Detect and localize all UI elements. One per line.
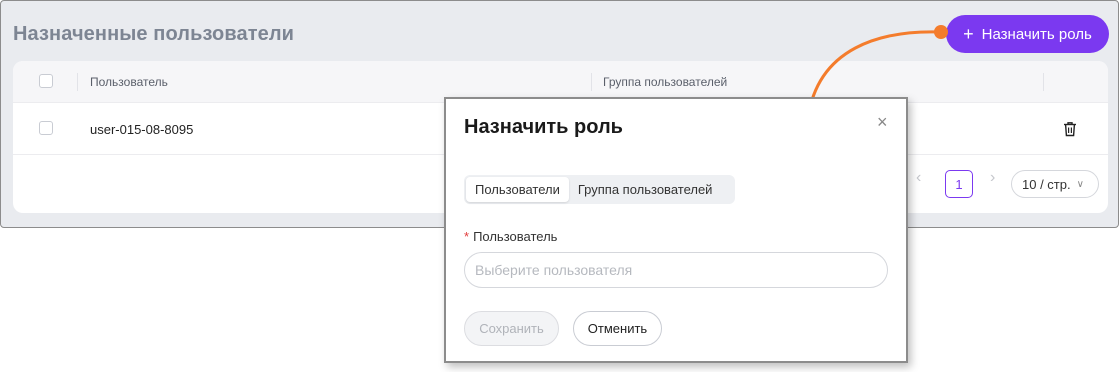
page-size-value: 10 / стр. bbox=[1022, 176, 1071, 192]
assign-role-modal: Назначить роль × Пользователи Группа пол… bbox=[444, 97, 908, 363]
assign-role-button-label: Назначить роль bbox=[981, 25, 1092, 43]
save-button[interactable]: Сохранить bbox=[464, 311, 559, 346]
pagination-prev-button[interactable]: ‹ bbox=[916, 169, 921, 187]
tab-user-groups[interactable]: Группа пользователей bbox=[569, 177, 722, 202]
modal-title: Назначить роль bbox=[464, 116, 623, 138]
pagination-next-button[interactable]: › bbox=[990, 169, 995, 187]
assign-role-button[interactable]: + Назначить роль bbox=[946, 15, 1109, 53]
user-select[interactable]: Выберите пользователя bbox=[464, 252, 888, 288]
trash-icon[interactable] bbox=[1063, 121, 1077, 137]
column-divider bbox=[1043, 73, 1044, 91]
cell-user: user-015-08-8095 bbox=[90, 122, 194, 137]
user-select-placeholder: Выберите пользователя bbox=[475, 262, 633, 278]
user-field-label: * Пользователь bbox=[464, 229, 557, 244]
close-icon[interactable]: × bbox=[877, 112, 888, 133]
page-size-select[interactable]: 10 / стр. ∨ bbox=[1011, 170, 1099, 198]
column-divider bbox=[77, 73, 78, 91]
assign-target-segmented-control: Пользователи Группа пользователей bbox=[464, 175, 735, 204]
column-divider bbox=[591, 73, 592, 91]
row-checkbox[interactable] bbox=[39, 121, 53, 135]
plus-icon: + bbox=[963, 24, 974, 44]
column-header-user: Пользователь bbox=[90, 75, 168, 89]
tab-users[interactable]: Пользователи bbox=[466, 177, 569, 202]
section-title: Назначенные пользователи bbox=[13, 23, 295, 45]
chevron-down-icon: ∨ bbox=[1076, 178, 1084, 190]
select-all-checkbox[interactable] bbox=[39, 74, 53, 88]
pagination-page-1[interactable]: 1 bbox=[945, 170, 973, 198]
required-mark: * bbox=[464, 229, 470, 244]
cancel-button[interactable]: Отменить bbox=[573, 311, 662, 346]
user-field-label-text: Пользователь bbox=[473, 229, 558, 244]
column-header-group: Группа пользователей bbox=[603, 75, 728, 89]
